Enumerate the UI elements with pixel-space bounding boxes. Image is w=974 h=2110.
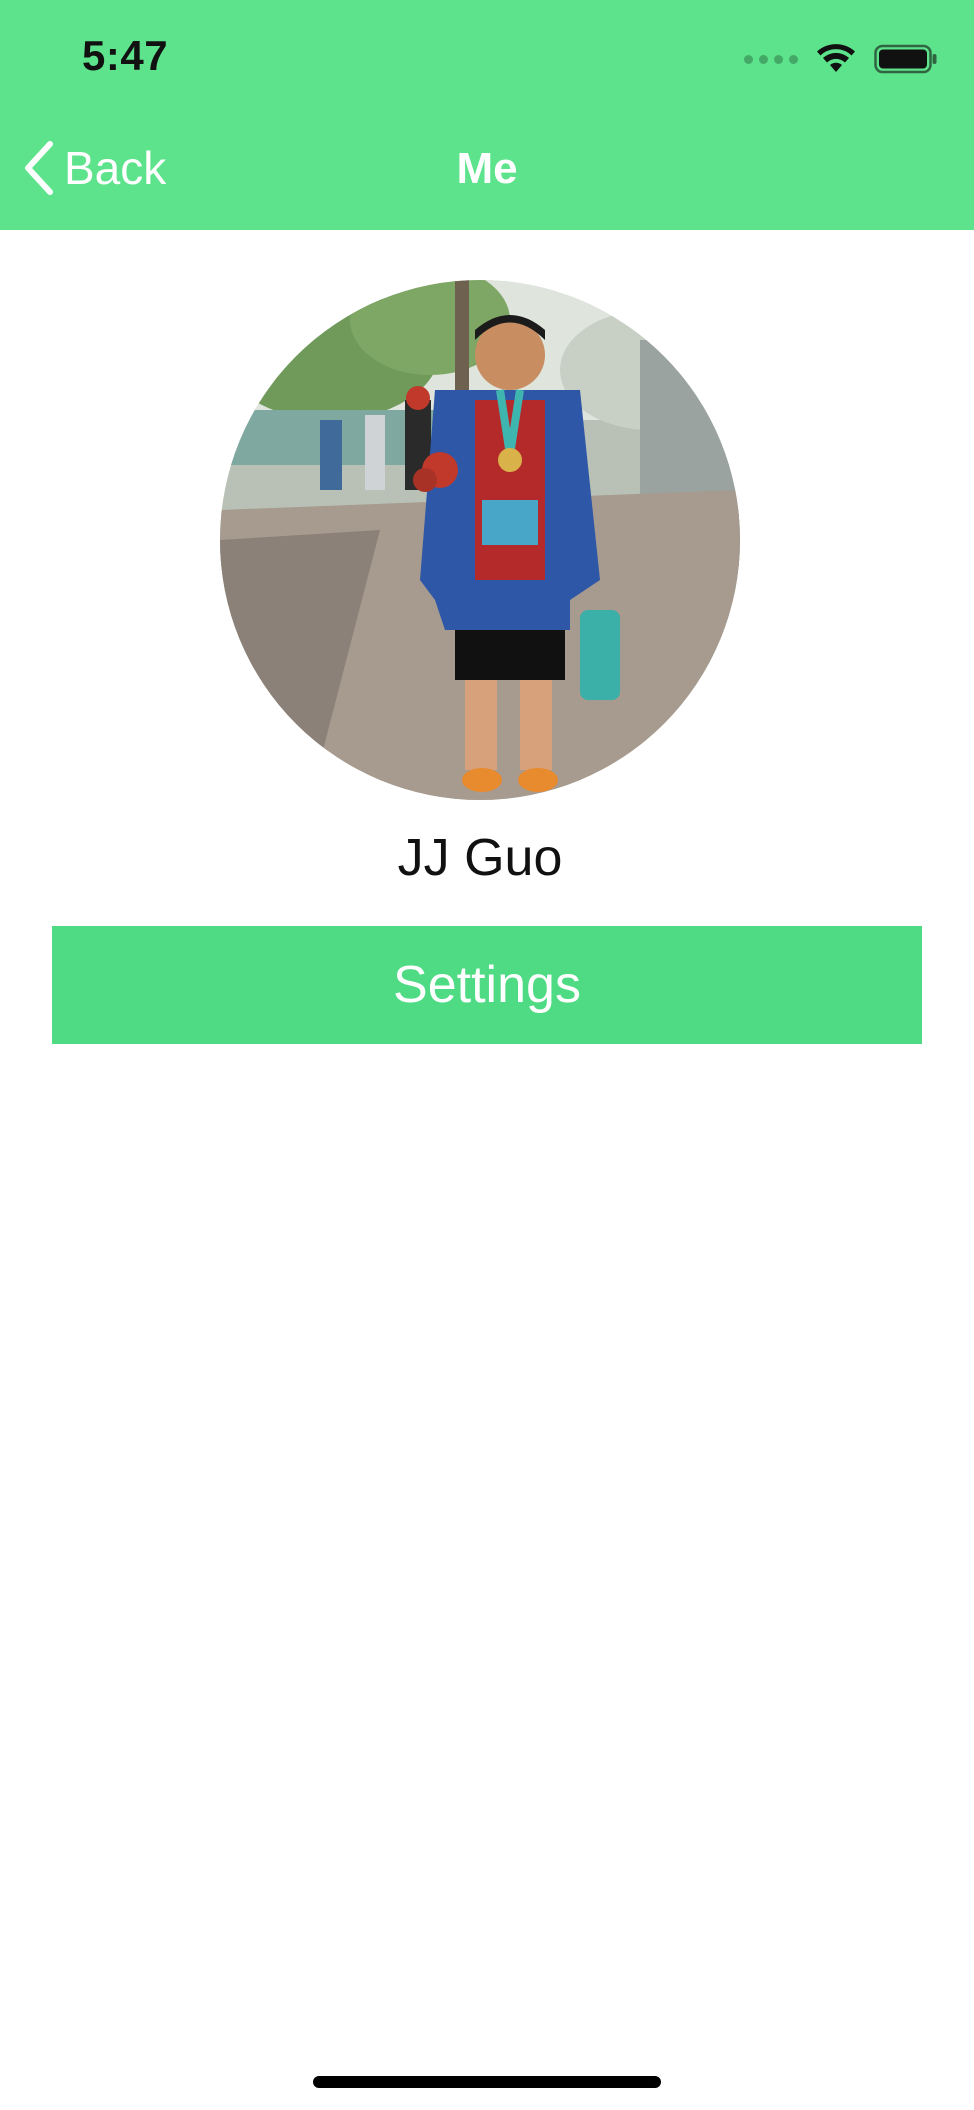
settings-button[interactable]: Settings bbox=[52, 926, 922, 1044]
battery-icon bbox=[874, 44, 937, 74]
status-icons bbox=[744, 44, 938, 74]
profile-name: JJ Guo bbox=[397, 829, 563, 887]
profile-photo bbox=[220, 280, 740, 800]
cellular-signal-icon bbox=[744, 54, 798, 64]
avatar bbox=[220, 280, 740, 800]
home-indicator[interactable] bbox=[313, 2076, 661, 2088]
status-time: 5:47 bbox=[82, 32, 169, 79]
wifi-icon bbox=[817, 44, 855, 72]
navigation-header: 5:47 Back Me bbox=[0, 0, 974, 230]
page-title: Me bbox=[456, 144, 518, 193]
